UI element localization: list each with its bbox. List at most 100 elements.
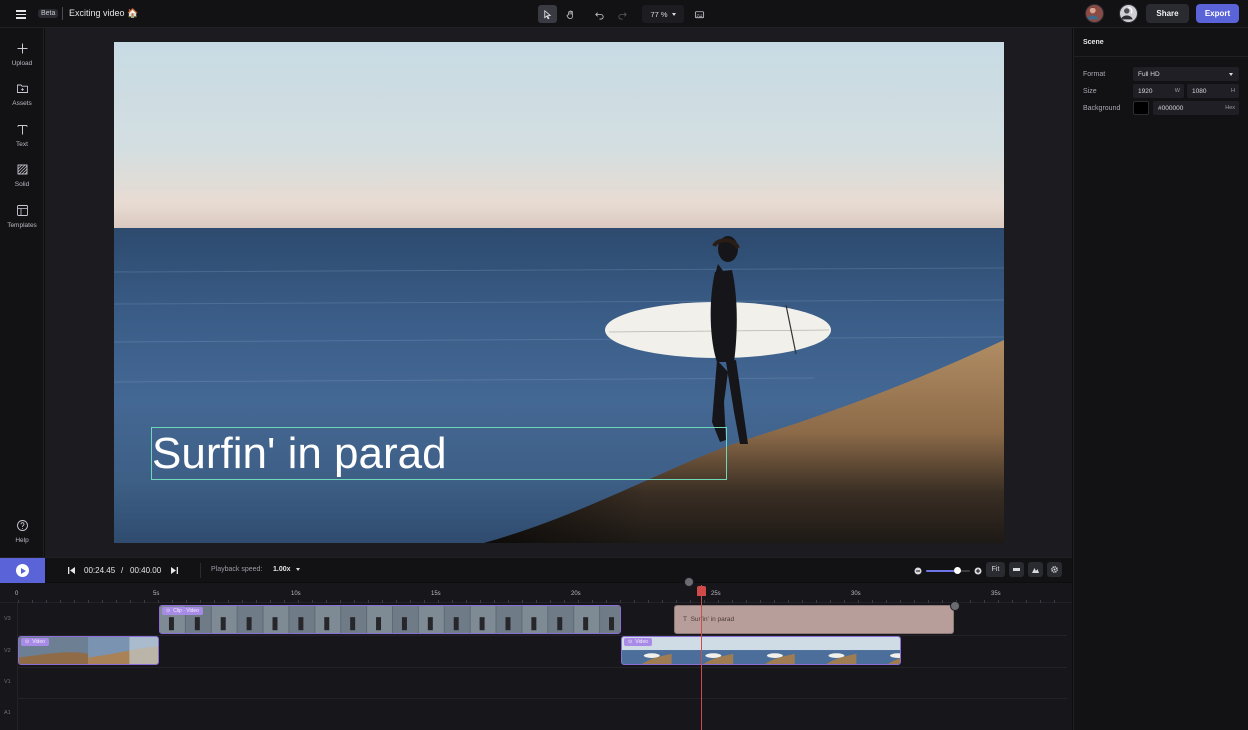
timeline-clip-v3-text[interactable]: T Surfin' in parad <box>674 605 954 634</box>
chevron-down-icon <box>296 568 301 571</box>
playhead-line[interactable] <box>701 585 702 730</box>
sidebar-item-label: Solid <box>14 181 30 188</box>
ruler-tick <box>760 600 761 603</box>
ruler-tick <box>998 600 999 603</box>
left-sidebar: Upload Assets Text Solid Templates Help <box>0 28 44 557</box>
user-avatar[interactable] <box>1119 4 1138 23</box>
ruler-tick <box>774 600 775 603</box>
caption-text[interactable]: Surfin' in parad <box>152 428 447 480</box>
caption-text-box[interactable]: Surfin' in parad <box>151 427 727 480</box>
zoom-in-icon[interactable] <box>974 567 982 575</box>
ruler-tick <box>424 600 425 603</box>
timeline-settings-icon[interactable] <box>1047 562 1062 577</box>
chevron-down-icon <box>671 12 676 16</box>
title-divider <box>62 7 63 20</box>
project-title[interactable]: Exciting video 🏠 <box>69 8 138 19</box>
clip-frame-figure <box>557 617 563 631</box>
skip-forward-icon[interactable] <box>170 566 179 575</box>
ruler-tick <box>984 600 985 603</box>
track-height-icon[interactable] <box>1009 562 1024 577</box>
timeline[interactable]: 0 5s 10s 15s 20s 25s 30s 35s V3 V2 V1 A1 <box>0 583 1072 730</box>
zoom-select[interactable]: 77 % <box>642 5 684 23</box>
ruler-tick <box>970 600 971 603</box>
timeline-clip-v2-video-a[interactable]: ⊙ Video <box>18 636 159 665</box>
ruler-label: 20s <box>571 591 581 597</box>
sidebar-item-solid[interactable]: Solid <box>0 157 44 195</box>
sidebar-item-templates[interactable]: Templates <box>0 198 44 236</box>
export-button[interactable]: Export <box>1196 4 1239 23</box>
width-field[interactable]: 1920 W <box>1133 84 1184 98</box>
ruler-tick <box>326 600 327 603</box>
ruler-tick <box>662 600 663 603</box>
panel-divider <box>1074 56 1248 57</box>
ruler-tick <box>256 600 257 603</box>
solid-icon <box>17 164 27 175</box>
track-label: V3 <box>4 616 11 622</box>
menu-icon[interactable] <box>14 7 28 21</box>
ruler-tick <box>634 600 635 603</box>
track-label: A1 <box>4 710 11 716</box>
format-select[interactable]: Full HD <box>1133 67 1239 81</box>
clip-frame-figure <box>505 617 511 631</box>
undo-icon[interactable] <box>590 5 609 23</box>
sidebar-item-assets[interactable]: Assets <box>0 76 44 114</box>
subtitles-icon[interactable] <box>690 5 709 23</box>
ruler-tick <box>312 600 313 603</box>
ruler-tick <box>144 600 145 603</box>
zoom-slider-thumb[interactable] <box>954 567 962 574</box>
background-color-swatch[interactable] <box>1133 101 1149 115</box>
fit-button[interactable]: Fit <box>986 562 1005 577</box>
timeline-zoom-slider[interactable] <box>926 567 970 574</box>
clip-frame-figure <box>401 617 407 631</box>
skip-back-icon[interactable] <box>67 566 76 575</box>
ruler-tick <box>410 600 411 603</box>
share-button[interactable]: Share <box>1146 4 1189 23</box>
sidebar-item-label: Templates <box>7 222 37 229</box>
ruler-tick <box>536 600 537 603</box>
video-clip-icon: ⊙ <box>628 639 633 645</box>
ruler-label: 5s <box>153 591 160 597</box>
clip-frame-figure <box>324 617 330 631</box>
select-tool-icon[interactable] <box>538 5 557 23</box>
ruler-tick <box>242 600 243 603</box>
timeline-ruler[interactable]: 0 5s 10s 15s 20s 25s 30s 35s <box>0 583 1072 603</box>
sidebar-item-help[interactable]: Help <box>0 513 44 551</box>
ruler-tick <box>466 600 467 603</box>
timeline-clip-v2-video-b[interactable]: ⊙ Video <box>621 636 901 665</box>
zoom-value: 77 % <box>650 9 668 19</box>
ruler-tick <box>802 600 803 603</box>
size-label: Size <box>1083 88 1097 95</box>
play-button[interactable] <box>0 558 45 583</box>
playhead-handle[interactable] <box>697 586 706 596</box>
ruler-label: 10s <box>291 591 301 597</box>
background-hex-field[interactable]: #000000 Hex <box>1153 101 1239 115</box>
zoom-out-icon[interactable] <box>914 567 922 575</box>
ruler-tick <box>816 600 817 603</box>
ruler-tick <box>1026 600 1027 603</box>
timeline-clip-v3-video[interactable]: ⊙ Clip · Video <box>159 605 621 634</box>
collaborator-avatar[interactable] <box>1085 4 1104 23</box>
clip-frame-figure <box>272 617 278 631</box>
sidebar-item-upload[interactable]: Upload <box>0 36 44 74</box>
folder-icon <box>16 84 28 93</box>
video-preview[interactable]: Surfin' in parad <box>114 42 1004 543</box>
hand-tool-icon[interactable] <box>561 5 580 23</box>
ruler-tick <box>746 600 747 603</box>
ruler-tick <box>74 600 75 603</box>
clip-frame-figure <box>609 617 615 631</box>
ruler-tick <box>18 600 19 603</box>
ruler-tick <box>60 600 61 603</box>
height-field[interactable]: 1080 H <box>1187 84 1239 98</box>
text-clip-name: Surfin' in parad <box>690 616 735 623</box>
ruler-label: 35s <box>991 591 1001 597</box>
sidebar-item-label: Upload <box>11 60 33 67</box>
clip-frame-figure <box>220 617 226 631</box>
playback-speed-select[interactable]: 1.00x <box>273 566 301 573</box>
snapping-icon[interactable] <box>1028 562 1043 577</box>
ruler-tick <box>564 600 565 603</box>
ruler-tick <box>228 600 229 603</box>
transport-bar: 00:24.45 / 00:40.00 Playback speed: 1.00… <box>0 557 1072 583</box>
clip-frame-figure <box>531 617 537 631</box>
sidebar-item-text[interactable]: Text <box>0 117 44 155</box>
redo-icon[interactable] <box>613 5 632 23</box>
